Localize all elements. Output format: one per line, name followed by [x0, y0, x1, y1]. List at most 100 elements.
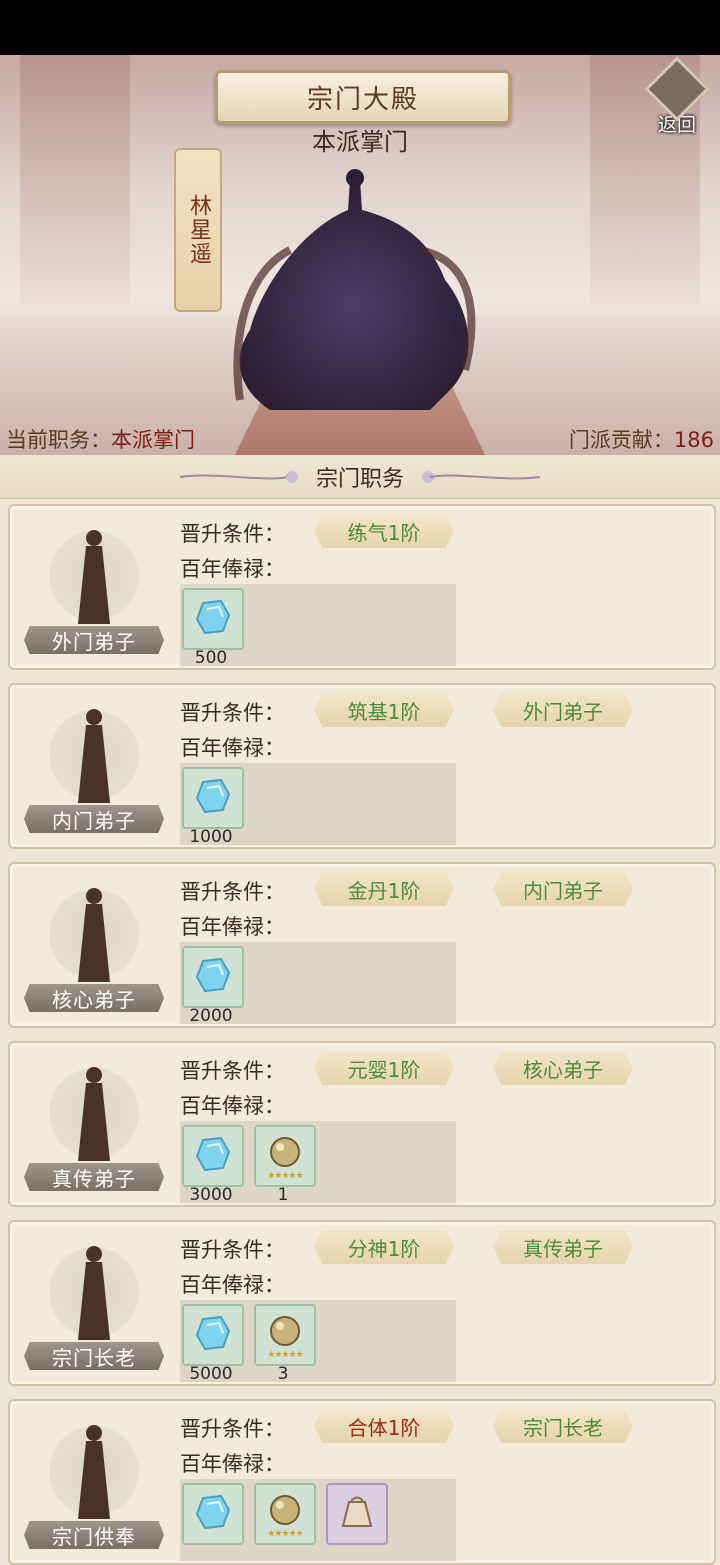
reward-item[interactable]: ★★★★★: [254, 1125, 316, 1187]
reward-item[interactable]: [326, 1483, 388, 1545]
rank-portrait: 内门弟子: [24, 695, 164, 835]
rank-name: 外门弟子: [52, 629, 136, 654]
reward-item[interactable]: [182, 946, 244, 1008]
requirement-label: 晋升条件：: [180, 880, 285, 904]
rank-card[interactable]: 真传弟子 晋升条件： 百年俸禄： 元婴1阶 核心弟子 3000 ★★★★★ 1: [8, 1041, 716, 1207]
title-plaque: 宗门大殿: [215, 70, 511, 124]
rank-requirement: 真传弟子: [523, 1236, 603, 1261]
rank-name: 宗门供奉: [52, 1524, 136, 1549]
rank-portrait: 核心弟子: [24, 874, 164, 1014]
star-rating-icon: ★★★★★: [267, 1529, 303, 1539]
rank-portrait: 外门弟子: [24, 516, 164, 656]
reward-quantity: 2000: [189, 1006, 233, 1026]
rank-name: 宗门长老: [52, 1345, 136, 1370]
rank-banner: 宗门长老: [24, 1342, 164, 1370]
rank-card[interactable]: 核心弟子 晋升条件： 百年俸禄： 金丹1阶 内门弟子 2000: [8, 862, 716, 1028]
realm-requirement: 筑基1阶: [347, 699, 421, 724]
ornament-right-icon: [422, 471, 540, 483]
realm-requirement-tag: 元婴1阶: [314, 1051, 454, 1085]
reward-quantity: 5000: [189, 1364, 233, 1384]
reward-item[interactable]: [182, 1125, 244, 1187]
current-role: 当前职务：本派掌门: [6, 424, 195, 454]
realm-requirement: 金丹1阶: [347, 878, 421, 903]
rank-card[interactable]: 宗门长老 晋升条件： 百年俸禄： 分神1阶 真传弟子 5000 ★★★★★ 3: [8, 1220, 716, 1386]
rank-banner: 真传弟子: [24, 1163, 164, 1191]
rank-card[interactable]: 宗门供奉 晋升条件： 百年俸禄： 合体1阶 宗门长老 ★★★★★: [8, 1399, 716, 1565]
realm-requirement: 合体1阶: [347, 1415, 421, 1440]
rank-requirement-tag: 内门弟子: [493, 872, 633, 906]
salary-label: 百年俸禄：: [180, 1452, 285, 1476]
reward-item[interactable]: [182, 1483, 244, 1545]
rank-name: 核心弟子: [52, 987, 136, 1012]
rank-requirement: 内门弟子: [523, 878, 603, 903]
current-role-value: 本派掌门: [111, 428, 195, 452]
realm-requirement-tag: 金丹1阶: [314, 872, 454, 906]
rank-card[interactable]: 内门弟子 晋升条件： 百年俸禄： 筑基1阶 外门弟子 1000: [8, 683, 716, 849]
disciple-figure-icon: [78, 1246, 110, 1340]
reward-item[interactable]: [182, 1304, 244, 1366]
master-name: 林星遥: [186, 194, 211, 266]
spirit-stone-icon: [193, 776, 233, 820]
reward-item[interactable]: ★★★★★: [254, 1304, 316, 1366]
realm-requirement: 分神1阶: [347, 1236, 421, 1261]
section-title: 宗门职务: [315, 467, 404, 492]
page-title: 宗门大殿: [306, 84, 419, 115]
spirit-stone-icon: [193, 1492, 233, 1536]
rank-banner: 外门弟子: [24, 626, 164, 654]
rank-banner: 内门弟子: [24, 805, 164, 833]
requirement-label: 晋升条件：: [180, 522, 285, 546]
realm-requirement-tag: 练气1阶: [314, 514, 454, 548]
requirement-label: 晋升条件：: [180, 701, 285, 725]
rank-portrait: 真传弟子: [24, 1053, 164, 1193]
rank-requirement-tag: 核心弟子: [493, 1051, 633, 1085]
rank-portrait: 宗门供奉: [24, 1411, 164, 1551]
disciple-figure-icon: [78, 1425, 110, 1519]
status-bar: [0, 0, 720, 55]
rank-requirement: 外门弟子: [523, 699, 603, 724]
reward-item[interactable]: ★★★★★: [254, 1483, 316, 1545]
requirement-label: 晋升条件：: [180, 1059, 285, 1083]
realm-requirement: 练气1阶: [347, 520, 421, 545]
rank-requirement: 宗门长老: [523, 1415, 603, 1440]
salary-label: 百年俸禄：: [180, 557, 285, 581]
disciple-figure-icon: [78, 709, 110, 803]
talisman-bag-icon: [337, 1492, 377, 1536]
rank-name: 真传弟子: [52, 1166, 136, 1191]
rank-requirement-tag: 宗门长老: [493, 1409, 633, 1443]
left-pillar: [20, 55, 130, 305]
sect-contribution-label: 门派贡献：: [568, 428, 674, 452]
reward-item[interactable]: [182, 588, 244, 650]
realm-requirement-tag: 分神1阶: [314, 1230, 454, 1264]
salary-label: 百年俸禄：: [180, 1273, 285, 1297]
master-name-scroll: 林星遥: [174, 148, 222, 312]
reward-quantity: 3: [277, 1364, 289, 1384]
reward-item[interactable]: [182, 767, 244, 829]
rank-portrait: 宗门长老: [24, 1232, 164, 1372]
section-header: 宗门职务: [0, 456, 720, 499]
reward-quantity: 3000: [189, 1185, 233, 1205]
star-rating-icon: ★★★★★: [267, 1171, 303, 1181]
disciple-figure-icon: [78, 1067, 110, 1161]
spirit-stone-icon: [193, 597, 233, 641]
master-silhouette[interactable]: [230, 160, 480, 420]
star-rating-icon: ★★★★★: [267, 1350, 303, 1360]
disciple-figure-icon: [78, 530, 110, 624]
salary-label: 百年俸禄：: [180, 736, 285, 760]
realm-requirement-tag: 合体1阶: [314, 1409, 454, 1443]
reward-quantity: 500: [194, 648, 228, 668]
rank-card[interactable]: 外门弟子 晋升条件： 百年俸禄： 练气1阶 500: [8, 504, 716, 670]
position-title: 本派掌门: [312, 128, 408, 156]
rank-requirement-tag: 外门弟子: [493, 693, 633, 727]
rank-requirement: 核心弟子: [523, 1057, 603, 1082]
requirement-label: 晋升条件：: [180, 1238, 285, 1262]
spirit-stone-icon: [193, 1134, 233, 1178]
realm-requirement-tag: 筑基1阶: [314, 693, 454, 727]
reward-quantity: 1: [277, 1185, 289, 1205]
rank-banner: 核心弟子: [24, 984, 164, 1012]
reward-quantity: 1000: [189, 827, 233, 847]
spirit-stone-icon: [193, 1313, 233, 1357]
salary-label: 百年俸禄：: [180, 1094, 285, 1118]
sect-contribution: 门派贡献：186: [569, 424, 714, 454]
disciple-figure-icon: [78, 888, 110, 982]
rank-name: 内门弟子: [52, 808, 136, 833]
